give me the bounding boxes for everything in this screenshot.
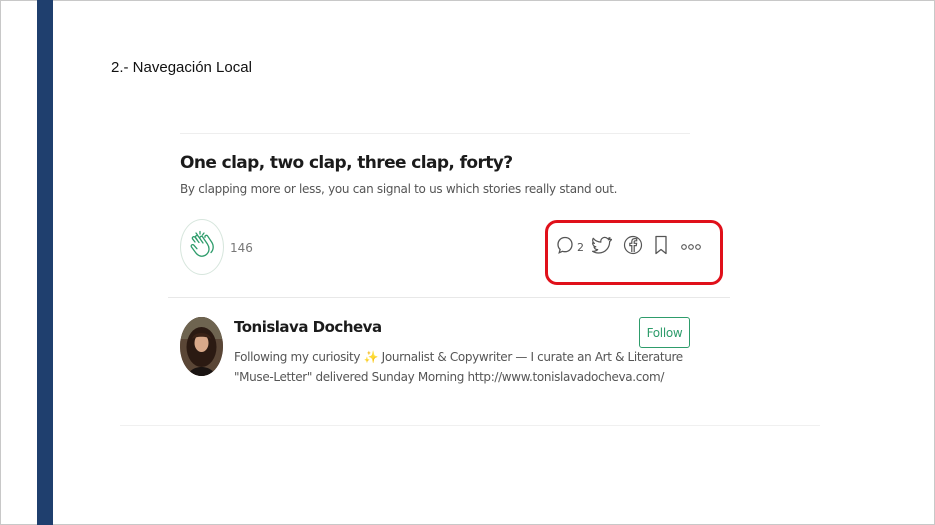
bookmark-button[interactable] [654,235,668,260]
slide-title: 2.- Navegación Local [111,59,252,76]
slide-side-bar [37,0,53,525]
response-count: 2 [577,240,584,254]
clap-icon [189,230,215,265]
share-twitter-button[interactable] [591,236,613,259]
author-avatar[interactable] [180,317,223,376]
divider-bottom [120,425,820,426]
clap-count: 146 [230,241,253,255]
author-name[interactable]: Tonislava Docheva [234,318,382,336]
more-icon [681,238,701,256]
twitter-icon [591,236,613,259]
bookmark-icon [654,235,668,260]
action-bar: 2 [556,235,701,259]
author-bio-line-2: "Muse-Letter" delivered Sunday Morning h… [234,370,665,384]
clap-button[interactable] [180,219,224,275]
facebook-icon [623,235,643,260]
share-facebook-button[interactable] [623,235,643,260]
article-title: One clap, two clap, three clap, forty? [180,153,513,173]
follow-button[interactable]: Follow [639,317,690,348]
comment-icon [556,235,574,260]
author-bio-line-1: Following my curiosity ✨ Journalist & Co… [234,350,683,364]
slide-frame [0,0,935,525]
divider-top [180,133,690,134]
author-bio: Following my curiosity ✨ Journalist & Co… [234,347,683,387]
article-subtitle: By clapping more or less, you can signal… [180,182,618,196]
more-options-button[interactable] [681,238,701,256]
responses-button[interactable] [556,235,574,260]
divider-middle [168,297,730,298]
